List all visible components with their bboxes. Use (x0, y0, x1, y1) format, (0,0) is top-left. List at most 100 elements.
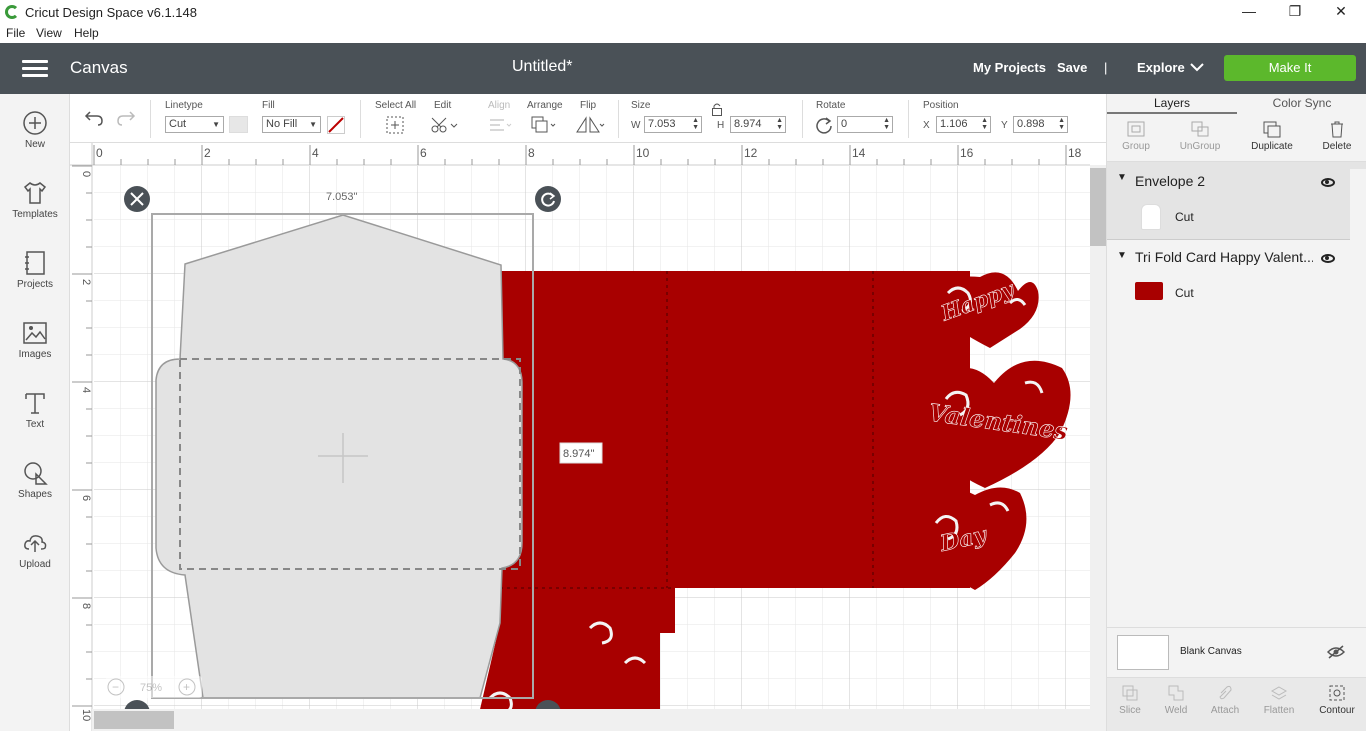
menu-file[interactable]: File (6, 26, 25, 40)
ruler-top-label: 18 (1068, 146, 1082, 160)
tab-color-sync[interactable]: Color Sync (1237, 94, 1366, 114)
weld-icon (1168, 685, 1184, 701)
position-label: Position (923, 100, 959, 111)
ruler-top-label: 0 (96, 146, 103, 160)
linetype-color-swatch[interactable] (229, 116, 248, 133)
app-title: Cricut Design Space v6.1.148 (25, 5, 197, 20)
eye-icon[interactable] (1321, 254, 1335, 263)
ruler-top-label: 14 (852, 146, 866, 160)
ungroup-button[interactable]: UnGroup (1175, 120, 1225, 152)
zoom-control: − 75% + (106, 676, 202, 698)
sidebar-item-upload[interactable]: Upload (0, 530, 70, 570)
slice-icon (1122, 685, 1138, 701)
make-it-button[interactable]: Make It (1224, 55, 1356, 81)
restore-button[interactable]: ❐ (1272, 0, 1318, 24)
notebook-icon (25, 251, 45, 275)
size-label: Size (631, 100, 651, 111)
arrange-icon[interactable] (530, 115, 558, 135)
ruler-top-label: 12 (744, 146, 758, 160)
fill-label: Fill (262, 100, 275, 111)
rotate-label: Rotate (816, 100, 846, 111)
zoom-in-button[interactable]: + (183, 680, 190, 694)
expand-caret-icon[interactable]: ▼ (1117, 172, 1127, 183)
ruler-top-label: 2 (204, 146, 211, 160)
rotate-icon[interactable] (815, 116, 833, 134)
x-position-input[interactable]: 1.106 ▲ ▼ (936, 116, 991, 133)
ruler-left-label: 8 (80, 603, 92, 609)
menu-help[interactable]: Help (74, 26, 99, 40)
close-button[interactable]: ✕ (1318, 0, 1364, 24)
layer-group-envelope[interactable]: ▼ Envelope 2 Cut (1107, 162, 1366, 240)
menu-view[interactable]: View (36, 26, 62, 40)
edit-toolbar: Linetype Cut ▼ Fill No Fill ▼ Select All E… (70, 94, 1106, 143)
zoom-out-button[interactable]: − (112, 680, 119, 694)
group-button[interactable]: Group (1111, 120, 1161, 152)
horizontal-scrollbar[interactable] (92, 709, 1090, 731)
attach-button[interactable]: Attach (1200, 684, 1250, 716)
ruler-top-label: 16 (960, 146, 974, 160)
blank-canvas-row[interactable]: Blank Canvas (1107, 627, 1366, 677)
selection-rotate-icon[interactable] (535, 186, 561, 212)
sidebar-item-new[interactable]: New (0, 110, 70, 150)
undo-icon[interactable] (84, 108, 104, 126)
slice-button[interactable]: Slice (1105, 684, 1155, 716)
no-fill-swatch-icon[interactable] (327, 116, 345, 134)
horizontal-scroll-thumb[interactable] (94, 711, 174, 729)
chevron-down-icon[interactable] (1190, 63, 1204, 72)
duplicate-button[interactable]: Duplicate (1247, 120, 1297, 152)
paperclip-icon (1219, 685, 1232, 700)
minimize-button[interactable]: — (1226, 0, 1272, 24)
layers-scrollbar[interactable] (1350, 169, 1366, 624)
ruler-top (70, 143, 1106, 165)
sidebar-label: Images (18, 349, 52, 360)
flip-label: Flip (580, 100, 597, 111)
layer-group-card[interactable]: ▼ Tri Fold Card Happy Valent... Cut (1107, 240, 1366, 320)
hamburger-menu-icon[interactable] (22, 60, 48, 78)
edit-scissors-icon[interactable] (430, 115, 458, 135)
tab-layers[interactable]: Layers (1107, 94, 1237, 114)
weld-button[interactable]: Weld (1151, 684, 1201, 716)
linetype-label: Linetype (165, 100, 203, 111)
plus-circle-icon (23, 111, 47, 135)
design-canvas[interactable]: 0 2 4 6 8 10 12 14 16 18 0 2 4 6 8 10 Ha… (70, 143, 1106, 731)
bottom-actions: Slice Weld Attach Flatten Contour (1107, 677, 1366, 731)
eye-icon[interactable] (1321, 178, 1335, 187)
vertical-scroll-thumb[interactable] (1090, 168, 1106, 246)
lock-icon[interactable] (711, 103, 723, 116)
sidebar-item-shapes[interactable]: Shapes (0, 460, 70, 500)
linetype-select[interactable]: Cut ▼ (165, 116, 224, 133)
save-link[interactable]: Save (1057, 60, 1087, 75)
blank-canvas-label: Blank Canvas (1180, 646, 1242, 657)
title-bar: Cricut Design Space v6.1.148 — ❐ ✕ (0, 0, 1366, 24)
redo-icon[interactable] (116, 108, 136, 126)
fill-select[interactable]: No Fill ▼ (262, 116, 321, 133)
blank-canvas-swatch[interactable] (1117, 635, 1169, 670)
sidebar-label: New (24, 139, 45, 150)
ruler-left-label: 2 (80, 279, 92, 285)
my-projects-link[interactable]: My Projects (973, 60, 1046, 75)
sidebar-label: Projects (16, 279, 54, 290)
flatten-button[interactable]: Flatten (1254, 684, 1304, 716)
height-input[interactable]: 8.974 ▲ ▼ (730, 116, 786, 133)
select-all-icon[interactable] (385, 115, 405, 135)
sidebar-item-images[interactable]: Images (0, 320, 70, 360)
eye-hidden-icon[interactable] (1327, 645, 1345, 659)
rotate-input[interactable]: 0 ▲ ▼ (837, 116, 893, 133)
contour-button[interactable]: Contour (1312, 684, 1362, 716)
sidebar-item-text[interactable]: Text (0, 390, 70, 430)
y-position-input[interactable]: 0.898 ▲ ▼ (1013, 116, 1068, 133)
width-input[interactable]: 7.053 ▲ ▼ (644, 116, 702, 133)
ungroup-icon (1191, 121, 1209, 137)
menu-bar: File View Help (0, 24, 1366, 43)
sidebar-item-projects[interactable]: Projects (0, 250, 70, 290)
sidebar-item-templates[interactable]: Templates (0, 180, 70, 220)
explore-menu[interactable]: Explore (1137, 60, 1185, 75)
flip-icon[interactable] (575, 115, 605, 135)
sidebar-label: Text (25, 419, 45, 430)
cloud-upload-icon (24, 535, 47, 552)
zoom-level: 75% (140, 682, 162, 694)
delete-button[interactable]: Delete (1312, 120, 1362, 152)
expand-caret-icon[interactable]: ▼ (1117, 250, 1127, 261)
document-title[interactable]: Untitled* (512, 58, 572, 76)
vertical-scrollbar[interactable] (1090, 165, 1106, 731)
